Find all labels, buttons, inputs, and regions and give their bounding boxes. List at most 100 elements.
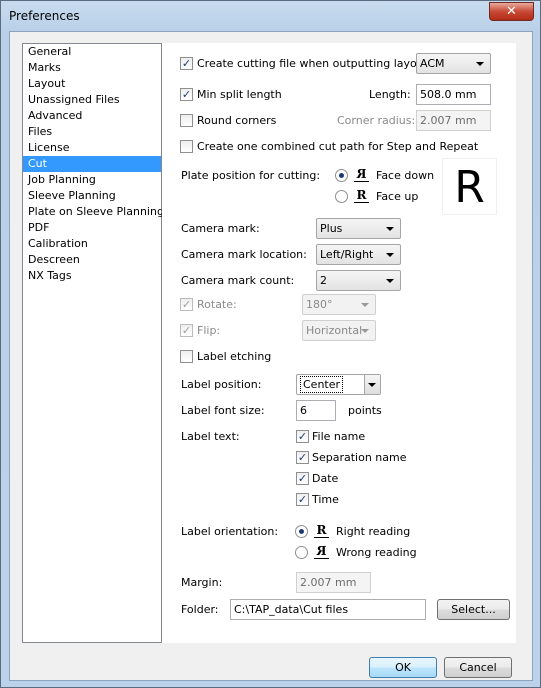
right-reading-label: Right reading (336, 525, 411, 538)
nav-item-marks[interactable]: Marks (23, 60, 161, 76)
mirrored-r-icon: R (314, 544, 329, 559)
nav-item-plate-on-sleeve-planning[interactable]: Plate on Sleeve Planning (23, 204, 164, 220)
create-cutting-file-checkbox[interactable]: ✓ (180, 57, 193, 70)
flip-select[interactable]: Horizontal (302, 320, 376, 341)
nav-item-descreen[interactable]: Descreen (23, 252, 161, 268)
chevron-down-icon (386, 279, 394, 283)
r-icon: R (314, 523, 329, 538)
nav-item-general[interactable]: General (23, 44, 161, 60)
preferences-window: Preferences ✕ General Marks Layout Unass… (0, 0, 541, 688)
nav-item-sleeve-planning[interactable]: Sleeve Planning (23, 188, 161, 204)
cutting-format-value: ACM (420, 57, 445, 70)
flip-checkbox[interactable]: ✓ (180, 324, 193, 337)
min-split-label: Min split length (197, 88, 282, 101)
date-label: Date (312, 472, 339, 485)
create-cutting-file-label: Create cutting file when outputting layo… (197, 57, 432, 70)
corner-radius-label: Corner radius: (337, 114, 416, 127)
face-up-label: Face up (376, 190, 419, 203)
time-label: Time (312, 493, 339, 506)
rotate-label: Rotate: (197, 298, 237, 311)
window-title: Preferences (9, 9, 80, 23)
camera-mark-location-select[interactable]: Left/Right (316, 244, 401, 265)
label-font-size-label: Label font size: (181, 404, 265, 417)
corner-radius-input[interactable]: 2.007 mm (416, 110, 491, 131)
min-split-checkbox[interactable]: ✓ (180, 88, 193, 101)
camera-mark-label: Camera mark: (181, 222, 260, 235)
folder-label: Folder: (181, 603, 219, 616)
time-checkbox[interactable]: ✓ (296, 493, 309, 506)
folder-path-input[interactable]: C:\TAP_data\Cut files (230, 599, 426, 620)
label-etching-checkbox[interactable] (180, 350, 193, 363)
right-reading-radio[interactable] (295, 525, 308, 538)
camera-mark-count-label: Camera mark count: (181, 274, 295, 287)
camera-mark-select[interactable]: Plus (316, 218, 401, 239)
separation-name-checkbox[interactable]: ✓ (296, 451, 309, 464)
chevron-down-icon (386, 253, 394, 257)
face-down-radio[interactable] (335, 169, 348, 182)
camera-mark-location-label: Camera mark location: (181, 248, 307, 261)
plate-position-label: Plate position for cutting: (181, 169, 321, 182)
r-icon: R (354, 188, 369, 203)
ok-button[interactable]: OK (369, 657, 437, 678)
combined-cut-path-label: Create one combined cut path for Step an… (197, 140, 479, 153)
margin-label: Margin: (181, 576, 223, 589)
nav-item-layout[interactable]: Layout (23, 76, 161, 92)
rotate-value: 180° (306, 298, 333, 311)
nav-item-files[interactable]: Files (23, 124, 161, 140)
face-down-label: Face down (376, 169, 435, 182)
nav-item-nx-tags[interactable]: NX Tags (23, 268, 161, 284)
cut-settings-panel: ✓ Create cutting file when outputting la… (162, 43, 516, 643)
rotate-select[interactable]: 180° (302, 294, 376, 315)
wrong-reading-radio[interactable] (295, 546, 308, 559)
nav-item-job-planning[interactable]: Job Planning (23, 172, 161, 188)
face-up-radio[interactable] (335, 190, 348, 203)
chevron-down-icon (386, 227, 394, 231)
preferences-category-list[interactable]: General Marks Layout Unassigned Files Ad… (22, 43, 164, 643)
round-corners-label: Round corners (197, 114, 277, 127)
label-position-select[interactable]: Center (296, 374, 381, 395)
chevron-down-icon (368, 383, 376, 387)
nav-item-license[interactable]: License (23, 140, 161, 156)
plate-orientation-preview: R (442, 158, 497, 215)
length-input[interactable]: 508.0 mm (416, 84, 491, 105)
flip-value: Horizontal (306, 324, 363, 337)
flip-label: Flip: (197, 324, 221, 337)
separation-name-label: Separation name (312, 451, 407, 464)
nav-item-unassigned-files[interactable]: Unassigned Files (23, 92, 161, 108)
combined-cut-path-checkbox[interactable] (180, 140, 193, 153)
label-font-size-input[interactable]: 6 (296, 400, 336, 421)
nav-item-pdf[interactable]: PDF (23, 220, 161, 236)
chevron-down-icon (361, 329, 369, 333)
label-text-label: Label text: (181, 430, 240, 443)
nav-item-advanced[interactable]: Advanced (23, 108, 161, 124)
file-name-checkbox[interactable]: ✓ (296, 430, 309, 443)
dialog-client-area: General Marks Layout Unassigned Files Ad… (9, 31, 533, 681)
camera-mark-value: Plus (320, 222, 343, 235)
file-name-label: File name (312, 430, 366, 443)
points-unit-label: points (348, 404, 382, 417)
wrong-reading-label: Wrong reading (336, 546, 417, 559)
camera-mark-location-value: Left/Right (320, 248, 374, 261)
length-label: Length: (369, 88, 411, 101)
rotate-checkbox[interactable]: ✓ (180, 298, 193, 311)
label-etching-label: Label etching (197, 350, 272, 363)
title-bar: Preferences ✕ (1, 1, 540, 31)
mirrored-r-icon: R (354, 167, 369, 182)
nav-item-cut[interactable]: Cut (23, 156, 161, 172)
label-position-dropdown-button[interactable] (364, 375, 380, 394)
chevron-down-icon (476, 62, 484, 66)
cutting-format-select[interactable]: ACM (416, 53, 491, 74)
cancel-button[interactable]: Cancel (444, 657, 512, 678)
camera-mark-count-value: 2 (320, 274, 327, 287)
margin-input[interactable]: 2.007 mm (296, 572, 371, 593)
chevron-down-icon (361, 303, 369, 307)
round-corners-checkbox[interactable] (180, 114, 193, 127)
date-checkbox[interactable]: ✓ (296, 472, 309, 485)
nav-item-calibration[interactable]: Calibration (23, 236, 161, 252)
close-button[interactable]: ✕ (489, 2, 534, 21)
select-folder-button[interactable]: Select... (437, 599, 510, 620)
label-orientation-label: Label orientation: (181, 525, 279, 538)
camera-mark-count-select[interactable]: 2 (316, 270, 401, 291)
label-position-label: Label position: (181, 378, 262, 391)
label-position-value: Center (300, 376, 344, 393)
